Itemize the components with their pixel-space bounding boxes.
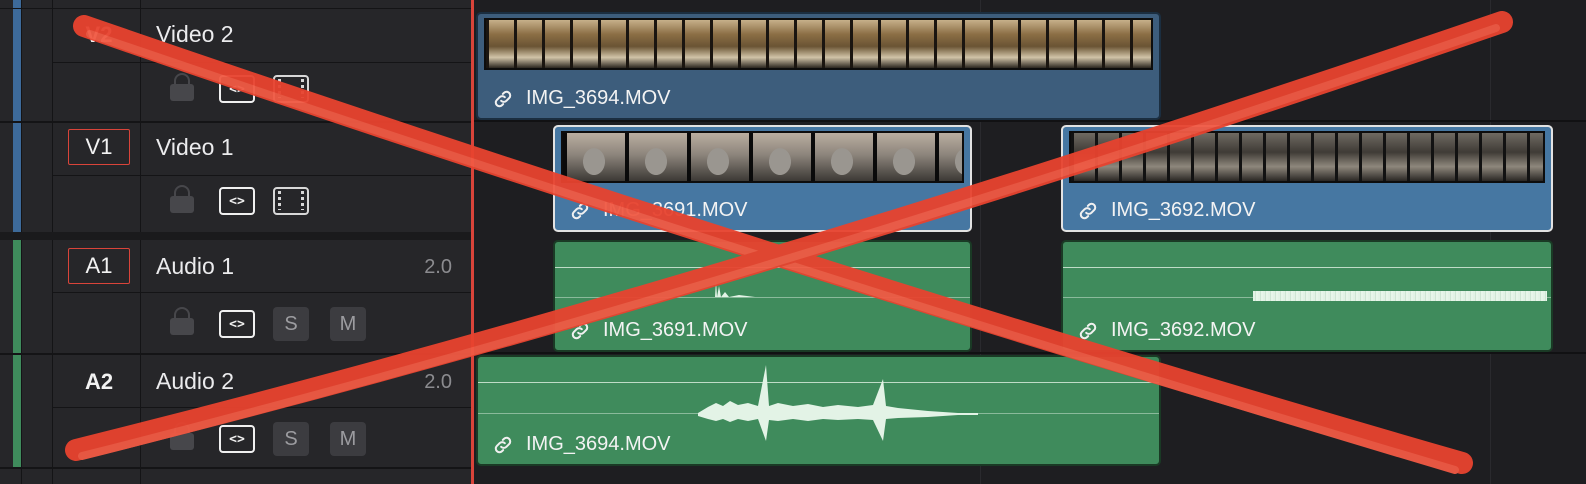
lock-icon[interactable]: [170, 185, 194, 213]
playhead[interactable]: [471, 0, 474, 484]
header-divider: [21, 0, 22, 484]
link-icon: [494, 436, 512, 453]
track-name-audio-2[interactable]: Audio 2: [156, 368, 234, 395]
track-name-video-1[interactable]: Video 1: [156, 134, 234, 161]
film-icon[interactable]: [273, 187, 309, 215]
auto-select-button[interactable]: <>: [219, 310, 255, 338]
track-badge-v1[interactable]: V1: [68, 129, 130, 165]
clip-name: IMG_3692.MOV: [1111, 319, 1256, 341]
row-divider: [0, 8, 472, 9]
clip-thumbnails: [1069, 131, 1545, 183]
waveform-baseline: [1063, 267, 1551, 268]
audio-waveform: [1253, 291, 1547, 301]
clip-thumbnails: [484, 18, 1153, 70]
channel-format: 2.0: [424, 256, 452, 278]
clip-label: IMG_3694.MOV: [492, 433, 671, 456]
clip-name: IMG_3691.MOV: [603, 199, 748, 221]
lane-divider: [473, 120, 1586, 122]
track-divider: [0, 353, 472, 355]
link-icon: [571, 202, 589, 219]
auto-select-button[interactable]: <>: [219, 187, 255, 215]
clip-label: IMG_3691.MOV: [569, 199, 748, 222]
track-name-video-2[interactable]: Video 2: [156, 21, 234, 48]
lock-icon[interactable]: [170, 73, 194, 101]
row-divider: [52, 175, 472, 176]
track-divider: [0, 121, 472, 123]
mute-button[interactable]: M: [330, 307, 366, 341]
audio-clip[interactable]: IMG_3692.MOV: [1061, 240, 1553, 352]
link-icon: [494, 90, 512, 107]
track-header-panel: [0, 0, 472, 484]
track-badge-a2[interactable]: A2: [68, 364, 130, 400]
video-clip[interactable]: IMG_3694.MOV: [476, 12, 1161, 120]
lock-icon[interactable]: [170, 422, 194, 450]
track-badge-a1[interactable]: A1: [68, 248, 130, 284]
audio-clip[interactable]: IMG_3694.MOV: [476, 355, 1161, 466]
auto-select-button[interactable]: <>: [219, 75, 255, 103]
clip-label: IMG_3692.MOV: [1077, 199, 1256, 222]
link-icon: [1079, 322, 1097, 339]
track-name-audio-1[interactable]: Audio 1: [156, 253, 234, 280]
solo-button[interactable]: S: [273, 422, 309, 456]
clip-name: IMG_3692.MOV: [1111, 199, 1256, 221]
mute-button[interactable]: M: [330, 422, 366, 456]
clip-name: IMG_3691.MOV: [603, 319, 748, 341]
audio-waveform: [698, 365, 978, 441]
row-divider: [52, 62, 472, 63]
link-icon: [571, 322, 589, 339]
track-divider: [0, 467, 472, 469]
audio-clip[interactable]: IMG_3691.MOV: [553, 240, 972, 352]
row-divider: [52, 407, 472, 408]
channel-format: 2.0: [424, 371, 452, 393]
clip-name: IMG_3694.MOV: [526, 87, 671, 109]
video-clip[interactable]: IMG_3691.MOV: [553, 125, 972, 232]
link-icon: [1079, 202, 1097, 219]
lane-divider: [473, 352, 1586, 354]
clip-label: IMG_3692.MOV: [1077, 319, 1256, 342]
video-tracks-color-bar: [13, 0, 21, 232]
clip-thumbnails: [561, 131, 964, 183]
header-divider: [140, 0, 141, 484]
clip-label: IMG_3694.MOV: [492, 87, 671, 110]
solo-button[interactable]: S: [273, 307, 309, 341]
header-divider: [52, 0, 53, 484]
clip-label: IMG_3691.MOV: [569, 319, 748, 342]
row-divider: [52, 292, 472, 293]
auto-select-button[interactable]: <>: [219, 425, 255, 453]
audio-waveform: [715, 280, 755, 297]
lock-icon[interactable]: [170, 307, 194, 335]
film-icon[interactable]: [273, 75, 309, 103]
track-badge-v2[interactable]: V2: [68, 17, 130, 53]
waveform-baseline: [555, 267, 970, 268]
clip-name: IMG_3694.MOV: [526, 433, 671, 455]
video-clip[interactable]: IMG_3692.MOV: [1061, 125, 1553, 232]
